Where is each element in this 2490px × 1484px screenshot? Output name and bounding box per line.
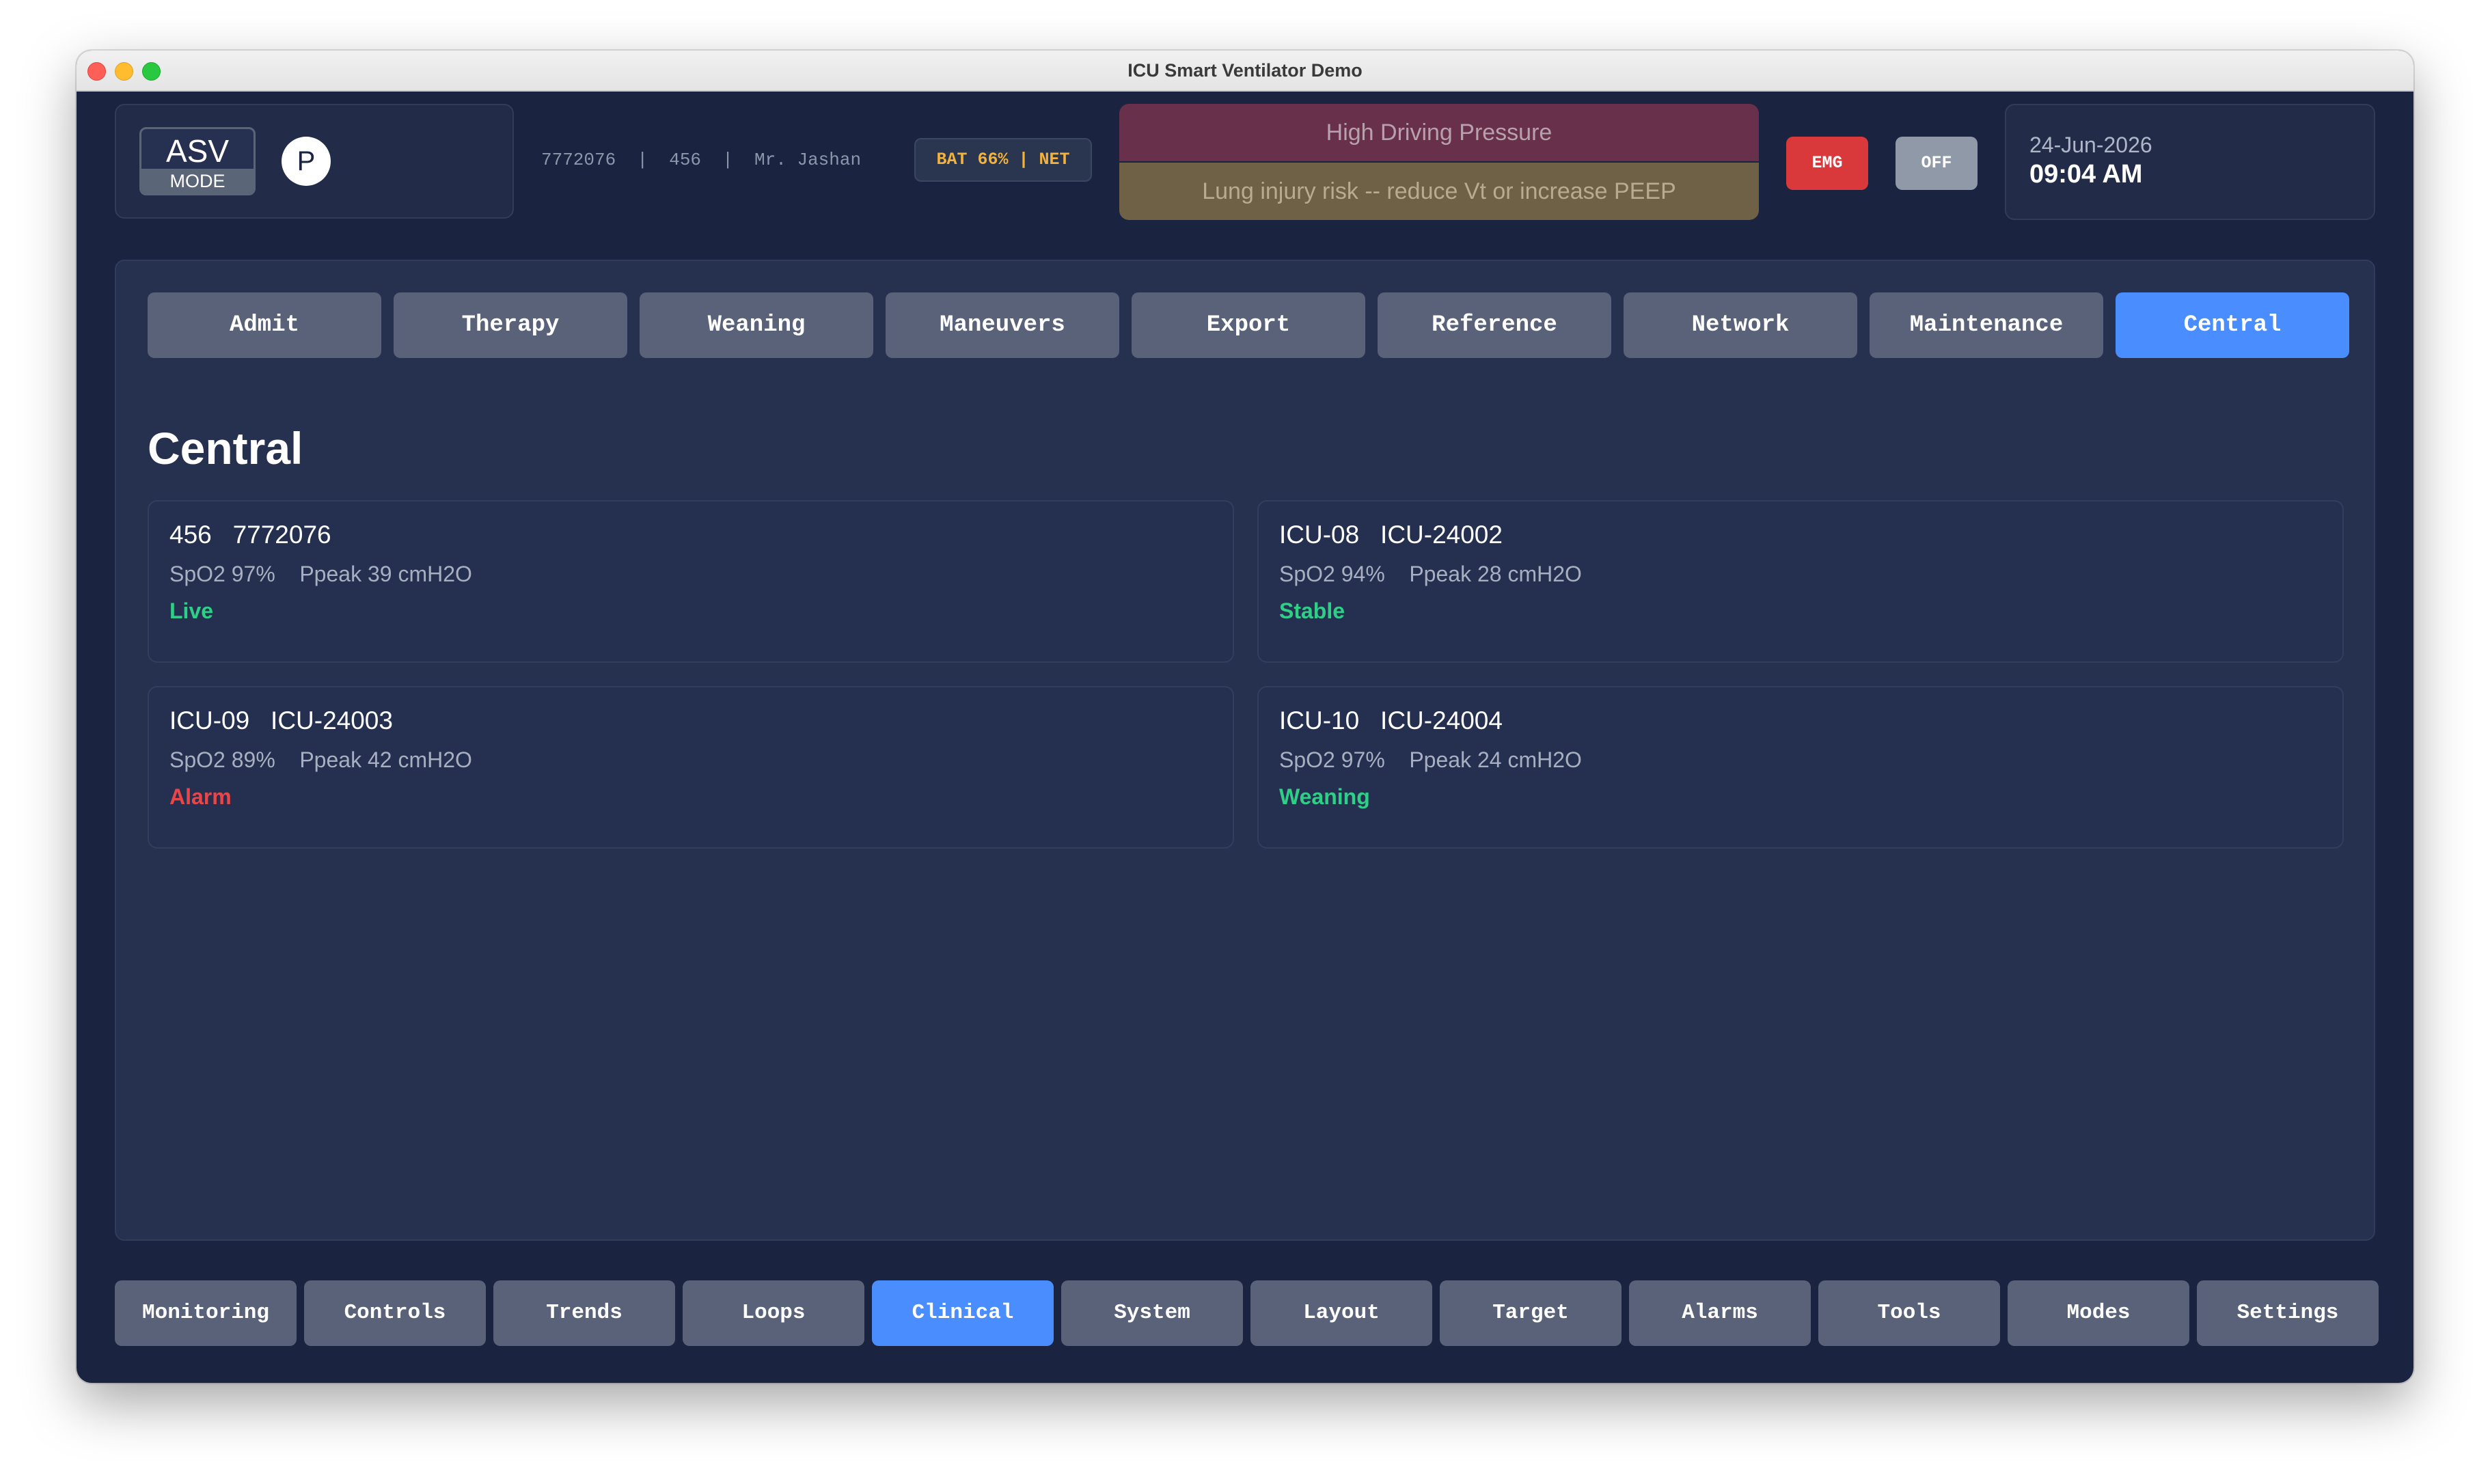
tab-network[interactable]: Network	[1624, 292, 1857, 358]
tab-maintenance[interactable]: Maintenance	[1870, 292, 2103, 358]
bed-vitals: SpO2 97% Ppeak 39 cmH2O	[169, 562, 472, 586]
nav-settings[interactable]: Settings	[2197, 1280, 2379, 1346]
mode-badge[interactable]: ASV MODE	[139, 127, 256, 195]
mode-label: MODE	[141, 169, 254, 193]
nav-clinical[interactable]: Clinical	[872, 1280, 1054, 1346]
mode-name: ASV	[165, 133, 230, 169]
window-title: ICU Smart Ventilator Demo	[1127, 60, 1363, 81]
bed-id: 456 7772076	[169, 521, 331, 549]
bed-id: ICU-10 ICU-24004	[1279, 706, 1503, 734]
nav-loops[interactable]: Loops	[683, 1280, 864, 1346]
bed-vitals: SpO2 97% Ppeak 24 cmH2O	[1279, 747, 1582, 772]
bed-card[interactable]: ICU-08 ICU-24002 SpO2 94% Ppeak 28 cmH2O…	[1257, 500, 2344, 663]
current-date: 24-Jun-2026	[2029, 133, 2152, 157]
mode-panel: ASV MODE P	[115, 104, 514, 219]
battery-network-status: BAT 66% | NET	[914, 138, 1092, 182]
alarm-message: Lung injury risk -- reduce Vt or increas…	[1119, 163, 1759, 220]
bed-id: ICU-09 ICU-24003	[169, 706, 393, 734]
profile-avatar[interactable]: P	[282, 137, 331, 186]
bed-status: Weaning	[1279, 784, 1370, 809]
bed-card[interactable]: ICU-09 ICU-24003 SpO2 89% Ppeak 42 cmH2O…	[148, 686, 1234, 849]
nav-modes[interactable]: Modes	[2008, 1280, 2189, 1346]
emergency-button[interactable]: EMG	[1786, 137, 1868, 190]
bed-id: ICU-08 ICU-24002	[1279, 521, 1503, 549]
title-bar: ICU Smart Ventilator Demo	[77, 51, 2413, 92]
alarm-title: High Driving Pressure	[1119, 104, 1759, 161]
nav-alarms[interactable]: Alarms	[1629, 1280, 1811, 1346]
nav-layout[interactable]: Layout	[1250, 1280, 1432, 1346]
alarm-banner[interactable]: High Driving Pressure Lung injury risk -…	[1119, 104, 1759, 220]
bed-card[interactable]: ICU-10 ICU-24004 SpO2 97% Ppeak 24 cmH2O…	[1257, 686, 2344, 849]
nav-target[interactable]: Target	[1440, 1280, 1622, 1346]
nav-system[interactable]: System	[1061, 1280, 1243, 1346]
tab-reference[interactable]: Reference	[1378, 292, 1611, 358]
tab-admit[interactable]: Admit	[148, 292, 381, 358]
bed-status: Stable	[1279, 599, 1345, 623]
patient-info: 7772076 | 456 | Mr. Jashan	[541, 150, 862, 170]
tab-maneuvers[interactable]: Maneuvers	[886, 292, 1119, 358]
nav-monitoring[interactable]: Monitoring	[115, 1280, 297, 1346]
nav-trends[interactable]: Trends	[493, 1280, 675, 1346]
bed-vitals: SpO2 89% Ppeak 42 cmH2O	[169, 747, 472, 772]
nav-tools[interactable]: Tools	[1818, 1280, 2000, 1346]
tab-weaning[interactable]: Weaning	[640, 292, 873, 358]
bed-status: Alarm	[169, 784, 232, 809]
bed-status: Live	[169, 599, 214, 623]
bed-vitals: SpO2 94% Ppeak 28 cmH2O	[1279, 562, 1582, 586]
app-window: ICU Smart Ventilator Demo ASV MODE P 777…	[77, 51, 2413, 1383]
datetime-panel: 24-Jun-2026 09:04 AM	[2005, 104, 2375, 220]
nav-controls[interactable]: Controls	[304, 1280, 486, 1346]
section-title: Central	[148, 423, 303, 473]
tab-export[interactable]: Export	[1132, 292, 1365, 358]
current-time: 09:04 AM	[2029, 160, 2143, 189]
bed-card[interactable]: 456 7772076 SpO2 97% Ppeak 39 cmH2O Live	[148, 500, 1234, 663]
tab-therapy[interactable]: Therapy	[394, 292, 627, 358]
main-panel: Admit Therapy Weaning Maneuvers Export R…	[115, 260, 2375, 1241]
tab-central[interactable]: Central	[2116, 292, 2349, 358]
power-off-button[interactable]: OFF	[1896, 137, 1978, 190]
